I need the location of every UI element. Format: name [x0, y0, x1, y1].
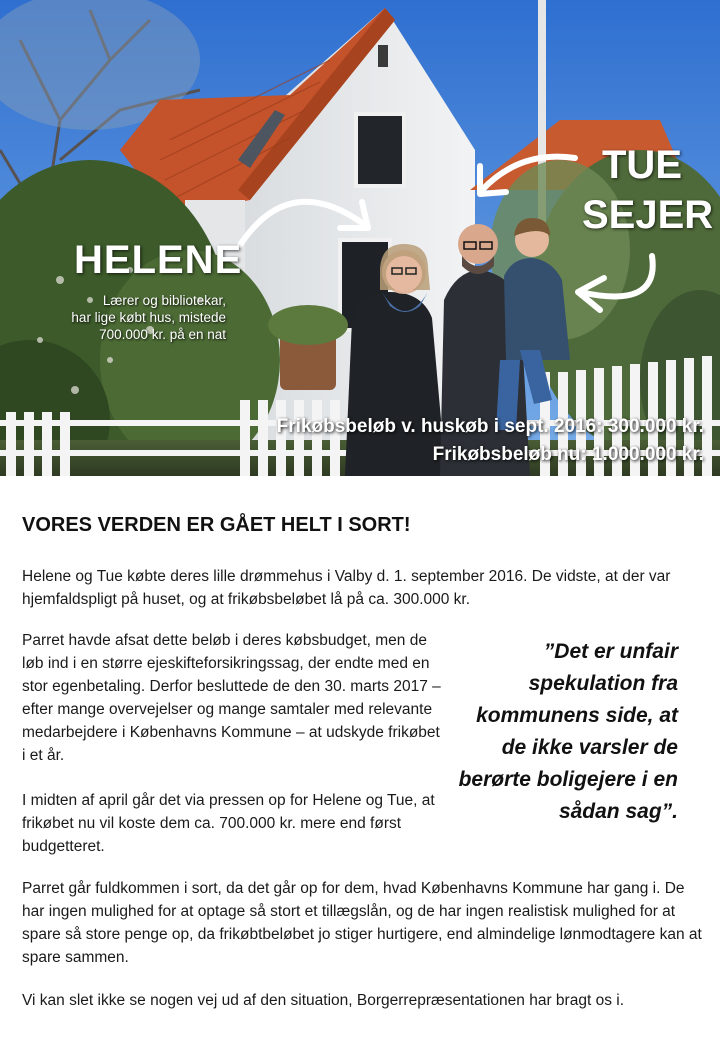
sejer-name-line: SEJER: [582, 193, 714, 237]
tue-sejer-name-label: TUE SEJER: [582, 140, 714, 240]
helene-name-label: HELENE: [74, 238, 243, 282]
helene-description: Lærer og bibliotekar, har lige købt hus,…: [40, 292, 226, 343]
article-paragraph-5: Vi kan slet ikke se nogen vej ud af den …: [22, 992, 624, 1009]
page: HELENE Lærer og bibliotekar, har lige kø…: [0, 0, 720, 1040]
buyout-amount-now: Frikøbsbeløb nu: 1.000.000 kr.: [432, 444, 704, 465]
article-paragraph-2: Parret havde afsat dette beløb i deres k…: [22, 632, 441, 764]
tue-name-line: TUE: [602, 143, 682, 187]
article-paragraph-3: I midten af april går det via pressen op…: [22, 792, 435, 855]
article-paragraph-1: Helene og Tue købte deres lille drømmehu…: [22, 568, 671, 608]
pull-quote: ”Det er unfair spekulation fra kommunens…: [458, 640, 678, 823]
header-photo: HELENE Lærer og bibliotekar, har lige kø…: [0, 0, 720, 476]
article-headline: VORES VERDEN ER GÅET HELT I SORT!: [22, 514, 411, 536]
helene-description-line: har lige købt hus, mistede: [71, 310, 226, 325]
helene-description-line: Lærer og bibliotekar,: [102, 293, 226, 308]
article-paragraph-4: Parret går fuldkommen i sort, da det går…: [22, 880, 702, 966]
buyout-amount-2016: Frikøbsbeløb v. huskøb i sept. 2016: 300…: [276, 416, 704, 437]
helene-description-line: 700.000 kr. på en nat: [99, 327, 226, 342]
